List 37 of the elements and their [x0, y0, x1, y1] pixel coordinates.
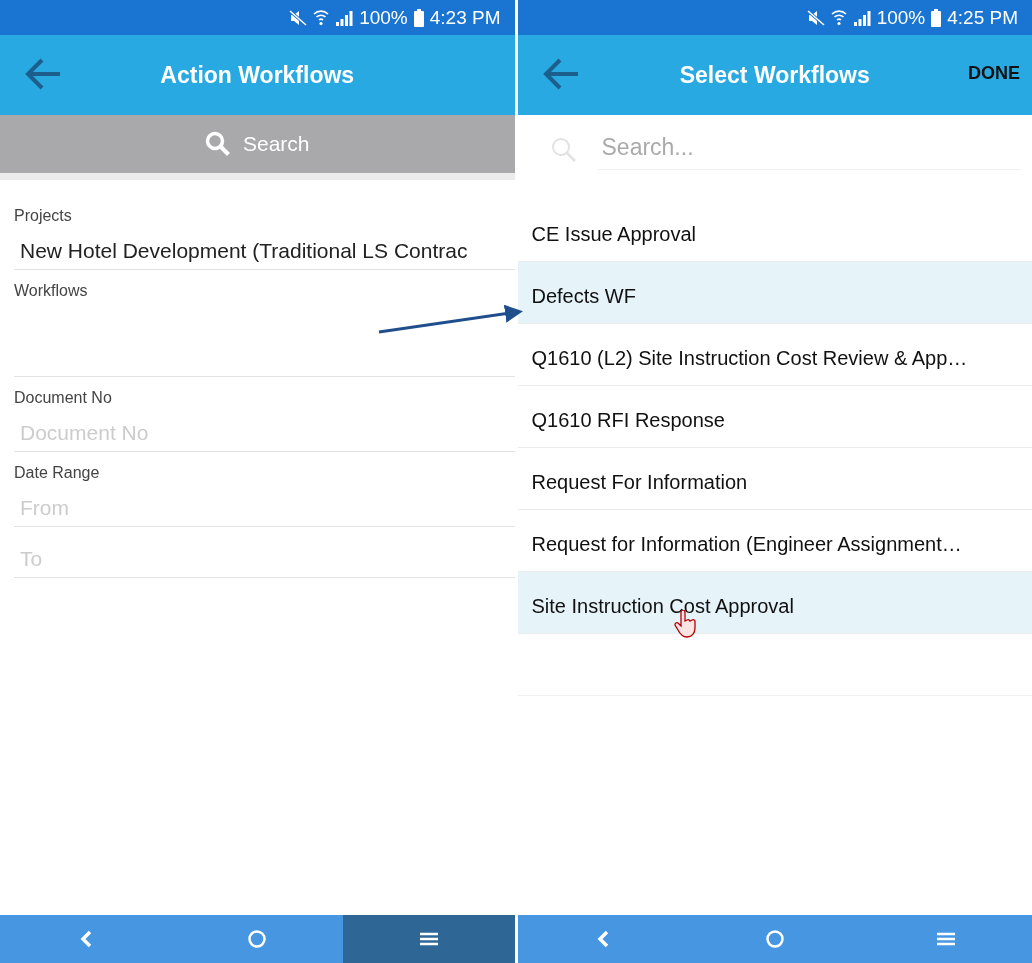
battery-percent: 100%: [359, 6, 408, 29]
menu-icon: [418, 931, 439, 947]
field-label: Workflows: [14, 282, 89, 300]
field-label: Date Range: [14, 464, 101, 482]
wifi-icon: [830, 8, 847, 27]
status-time: 4:25 PM: [947, 6, 1018, 29]
wifi-icon: [313, 8, 330, 27]
menu-icon: [936, 931, 957, 947]
back-button[interactable]: [541, 57, 580, 91]
signal-icon: [852, 9, 871, 26]
workflow-item[interactable]: Request For Information: [517, 448, 1032, 510]
back-arrow-icon: [541, 57, 580, 91]
back-icon: [78, 930, 93, 948]
signal-icon: [335, 9, 354, 26]
battery-icon: [931, 8, 942, 27]
status-time: 4:23 PM: [429, 6, 501, 29]
home-circle-icon: [764, 929, 785, 949]
menu-button[interactable]: [343, 915, 515, 963]
back-arrow-icon: [24, 57, 62, 91]
field-label: Document No: [14, 389, 113, 407]
battery-icon: [413, 8, 424, 27]
screen-title: Select Workflows: [679, 61, 870, 89]
search-icon: [204, 131, 231, 157]
search-icon: [549, 136, 578, 164]
workflow-item[interactable]: Defects WF: [517, 262, 1032, 324]
home-circle-icon: [247, 929, 268, 949]
screen-title: Action Workflows: [160, 61, 355, 89]
battery-percent: 100%: [876, 6, 926, 29]
back-button[interactable]: [24, 57, 62, 91]
workflow-item[interactable]: Q1610 RFI Response: [517, 386, 1032, 448]
mute-icon: [289, 9, 308, 26]
mute-icon: [806, 9, 825, 26]
field-label: Projects: [14, 207, 73, 225]
workflow-item[interactable]: Q1610 (L2) Site Instruction Cost Review & App…: [517, 324, 1032, 386]
done-button[interactable]: DONE: [968, 63, 1020, 84]
back-icon: [596, 930, 611, 948]
workflow-item[interactable]: Site Instruction Cost Approval: [517, 572, 1032, 634]
